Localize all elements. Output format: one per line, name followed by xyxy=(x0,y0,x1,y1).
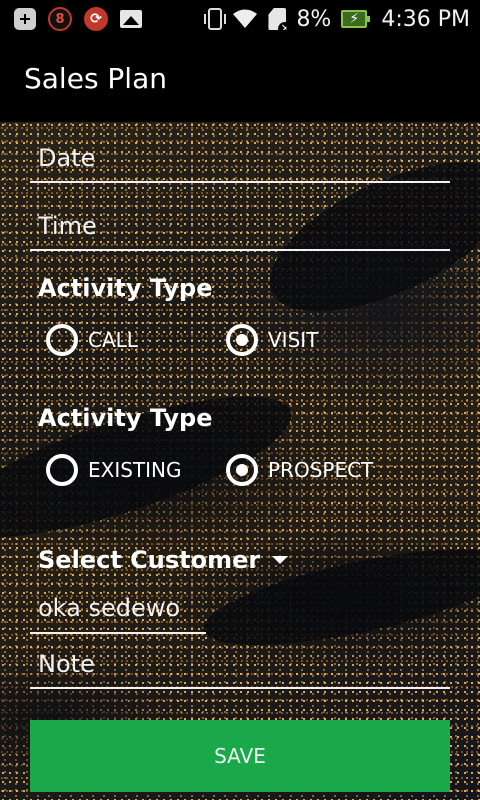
customer-value: oka sedewo xyxy=(38,594,181,622)
time-underline xyxy=(30,249,450,251)
activity-type-label: Activity Type xyxy=(38,274,213,302)
radio-checked-icon xyxy=(226,454,258,486)
time-placeholder: Time xyxy=(38,212,97,240)
status-time: 4:36 PM xyxy=(381,6,470,32)
note-field[interactable]: Note xyxy=(30,638,450,692)
app-bar: Sales Plan xyxy=(0,38,480,122)
select-customer-label: Select Customer xyxy=(38,546,261,574)
wifi-icon xyxy=(232,8,258,30)
radio-unchecked-icon xyxy=(46,454,78,486)
note-underline xyxy=(30,687,450,689)
vibrate-icon xyxy=(204,8,227,30)
date-field[interactable]: Date xyxy=(30,122,450,186)
sync-icon: ⟳ xyxy=(84,7,108,31)
screen: 8 ⟳ 8% ⚡ 4:36 PM Sales Plan Date xyxy=(0,0,480,800)
customer-field[interactable]: oka sedewo xyxy=(30,580,206,636)
radio-visit[interactable]: VISIT xyxy=(226,324,318,356)
notification-count: 8 xyxy=(55,11,65,27)
radio-visit-label: VISIT xyxy=(268,328,319,352)
dropdown-arrow-icon xyxy=(272,556,289,564)
time-field[interactable]: Time xyxy=(30,190,450,254)
radio-call[interactable]: CALL xyxy=(46,324,138,356)
radio-prospect-label: PROSPECT xyxy=(268,458,374,482)
radio-existing[interactable]: EXISTING xyxy=(46,454,182,486)
status-bar-system: 8% ⚡ 4:36 PM xyxy=(204,4,470,34)
form-content: Date Time Activity Type CALL VISIT Activ… xyxy=(0,122,480,800)
radio-call-label: CALL xyxy=(88,328,138,352)
battery-percent: 8% xyxy=(296,6,332,32)
radio-existing-label: EXISTING xyxy=(88,458,182,482)
image-icon xyxy=(120,10,142,28)
date-placeholder: Date xyxy=(38,144,96,172)
page-title: Sales Plan xyxy=(24,62,167,95)
select-customer-dropdown[interactable]: Select Customer xyxy=(38,546,289,574)
activity-type-label-2: Activity Type xyxy=(38,404,213,432)
save-button[interactable]: SAVE xyxy=(30,720,450,792)
date-underline xyxy=(30,181,450,183)
status-bar: 8 ⟳ 8% ⚡ 4:36 PM xyxy=(0,0,480,38)
battery-charging-icon: ⚡ xyxy=(341,10,371,28)
radio-unchecked-icon xyxy=(46,324,78,356)
add-box-icon xyxy=(14,8,36,30)
customer-underline xyxy=(30,632,206,634)
badge-icon: 8 xyxy=(48,7,72,31)
status-bar-notifications: 8 ⟳ xyxy=(14,7,142,31)
note-placeholder: Note xyxy=(38,650,95,678)
radio-prospect[interactable]: PROSPECT xyxy=(226,454,373,486)
sd-card-icon xyxy=(268,8,287,30)
radio-checked-icon xyxy=(226,324,258,356)
